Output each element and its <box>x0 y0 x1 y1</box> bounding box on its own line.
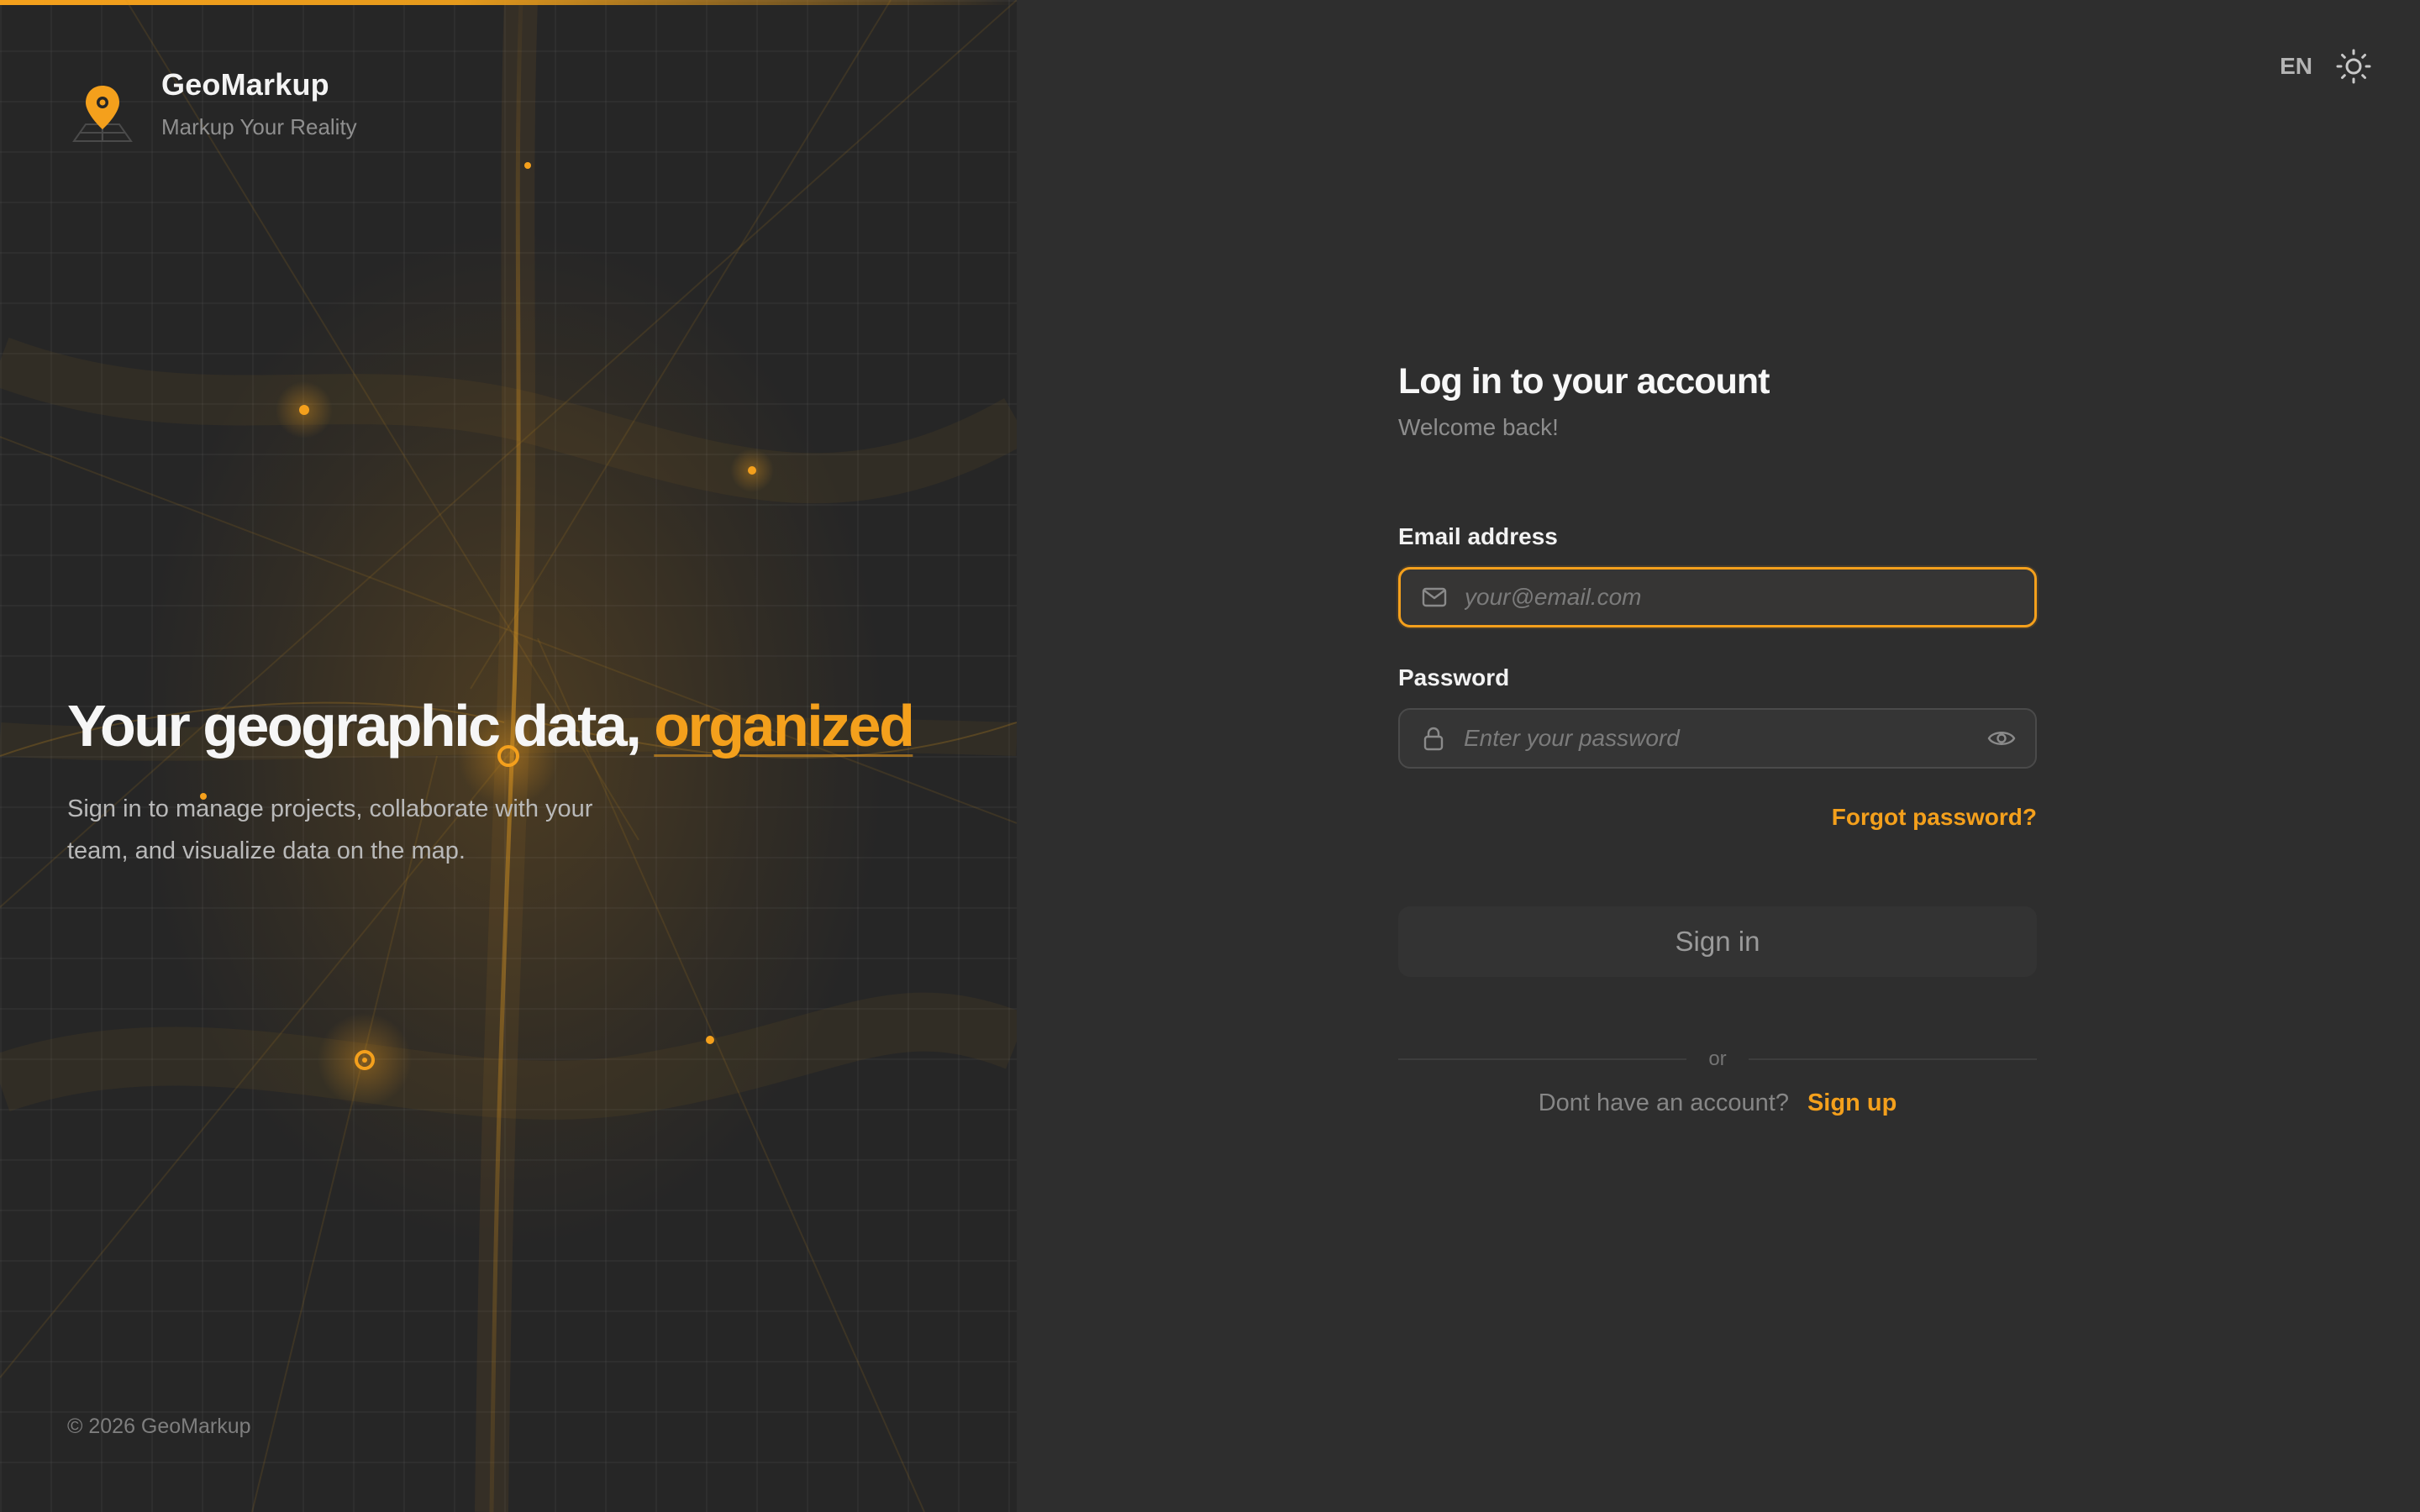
lock-icon <box>1423 727 1444 751</box>
divider-line-right <box>1748 1058 2037 1060</box>
forgot-row: Forgot password? <box>1398 804 2037 831</box>
password-label: Password <box>1398 664 1510 690</box>
login-form: Log in to your account Welcome back! Ema… <box>1398 361 2037 1117</box>
email-input[interactable] <box>1465 570 2034 625</box>
password-field[interactable] <box>1398 708 2037 769</box>
login-panel: EN Log in to your account Welcome back! <box>1017 0 2420 1512</box>
eye-icon[interactable] <box>1986 723 2017 753</box>
mail-icon <box>1422 587 1447 607</box>
hero-description: Sign in to manage projects, collaborate … <box>67 795 593 864</box>
signup-row: Dont have an account? Sign up <box>1398 1089 2037 1117</box>
divider-line-left <box>1398 1058 1687 1060</box>
form-subtitle: Welcome back! <box>1398 414 1559 440</box>
divider-text: or <box>1708 1047 1727 1070</box>
signup-question: Dont have an account? <box>1538 1089 1789 1116</box>
email-field[interactable] <box>1398 567 2037 627</box>
brand-tagline: Markup Your Reality <box>161 114 357 139</box>
map-pin-icon <box>72 86 133 142</box>
brand: GeoMarkup Markup Your Reality <box>67 67 357 150</box>
branding-panel: GeoMarkup Markup Your Reality Your geogr… <box>0 0 1017 1512</box>
sign-up-link[interactable]: Sign up <box>1807 1089 1897 1116</box>
hero: Your geographic data, organized Sign in … <box>67 689 958 872</box>
password-input[interactable] <box>1464 710 1986 767</box>
email-label: Email address <box>1398 523 1558 549</box>
top-bar: EN <box>2280 47 2373 86</box>
sign-in-button[interactable]: Sign in <box>1398 906 2037 977</box>
or-divider: or <box>1398 1047 2037 1071</box>
form-title: Log in to your account <box>1398 361 1770 402</box>
copyright: © 2026 GeoMarkup <box>67 1415 251 1438</box>
language-switcher[interactable]: EN <box>2280 53 2312 80</box>
hero-headline-main: Your geographic data, <box>67 693 642 759</box>
sun-icon[interactable] <box>2334 47 2373 86</box>
login-page: GeoMarkup Markup Your Reality Your geogr… <box>0 0 2420 1512</box>
forgot-password-link[interactable]: Forgot password? <box>1832 804 2037 830</box>
hero-headline-accent: organized <box>654 693 915 759</box>
brand-name: GeoMarkup <box>161 67 329 102</box>
hero-headline: Your geographic data, organized <box>67 689 958 763</box>
brand-text: GeoMarkup Markup Your Reality <box>161 67 357 140</box>
